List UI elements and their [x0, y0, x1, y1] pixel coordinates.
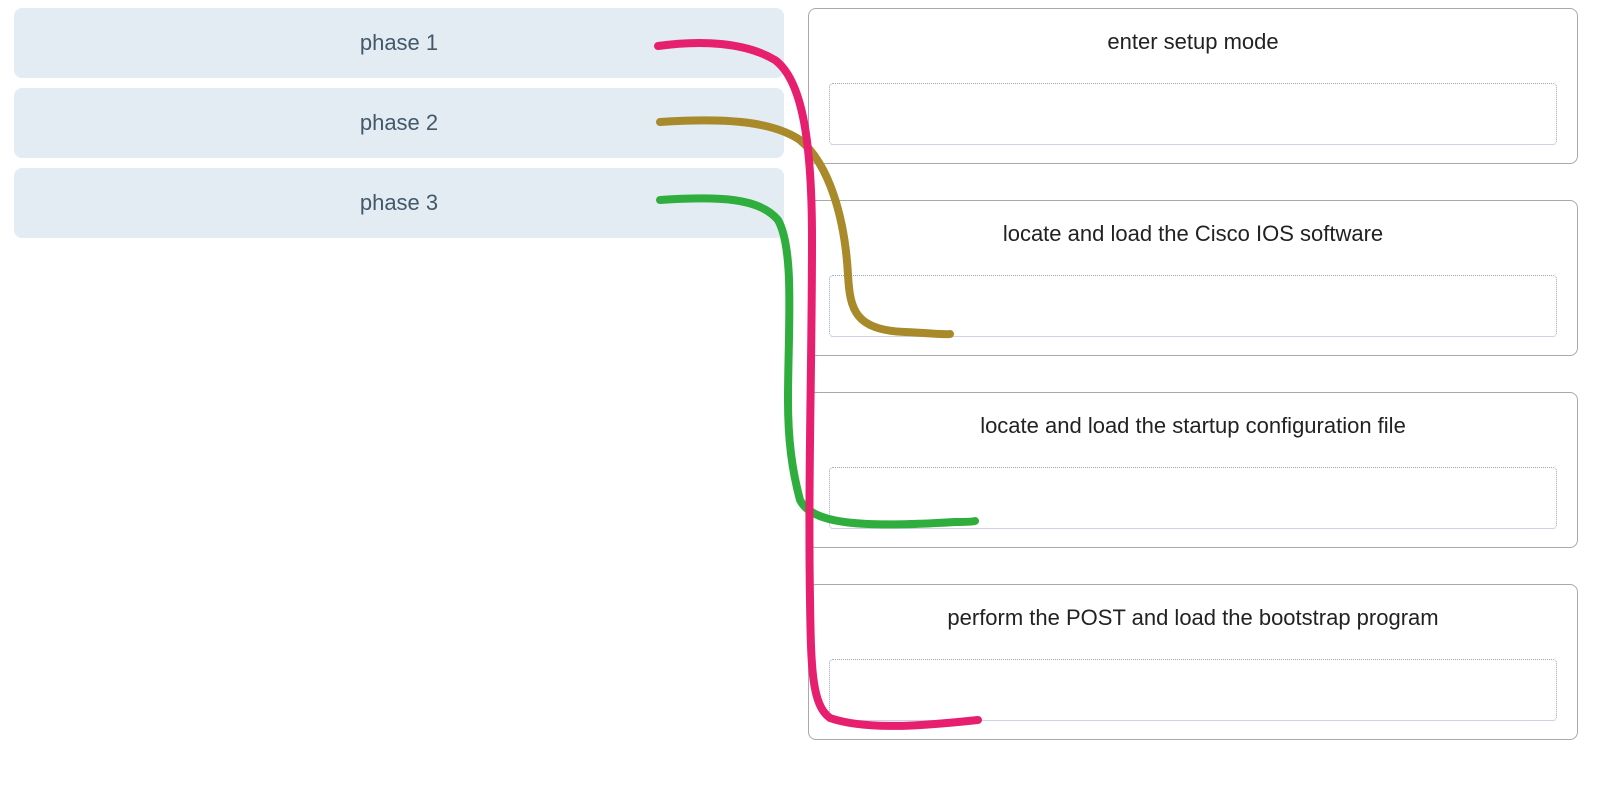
phase-item-2[interactable]: phase 2	[14, 88, 784, 158]
phase-label: phase 3	[360, 190, 438, 216]
target-enter-setup-mode: enter setup mode	[808, 8, 1578, 164]
target-locate-load-startup-config: locate and load the startup configuratio…	[808, 392, 1578, 548]
target-locate-load-ios: locate and load the Cisco IOS software	[808, 200, 1578, 356]
dropzone[interactable]	[829, 467, 1557, 529]
target-title: enter setup mode	[1107, 29, 1278, 55]
phase-item-3[interactable]: phase 3	[14, 168, 784, 238]
target-title: locate and load the Cisco IOS software	[1003, 221, 1383, 247]
dropzone[interactable]	[829, 275, 1557, 337]
dropzone[interactable]	[829, 83, 1557, 145]
target-post-bootstrap: perform the POST and load the bootstrap …	[808, 584, 1578, 740]
phase-label: phase 1	[360, 30, 438, 56]
phase-label: phase 2	[360, 110, 438, 136]
dropzone[interactable]	[829, 659, 1557, 721]
target-title: locate and load the startup configuratio…	[980, 413, 1406, 439]
phase-item-1[interactable]: phase 1	[14, 8, 784, 78]
matching-exercise: phase 1 phase 2 phase 3 enter setup mode…	[0, 0, 1600, 792]
target-title: perform the POST and load the bootstrap …	[947, 605, 1438, 631]
